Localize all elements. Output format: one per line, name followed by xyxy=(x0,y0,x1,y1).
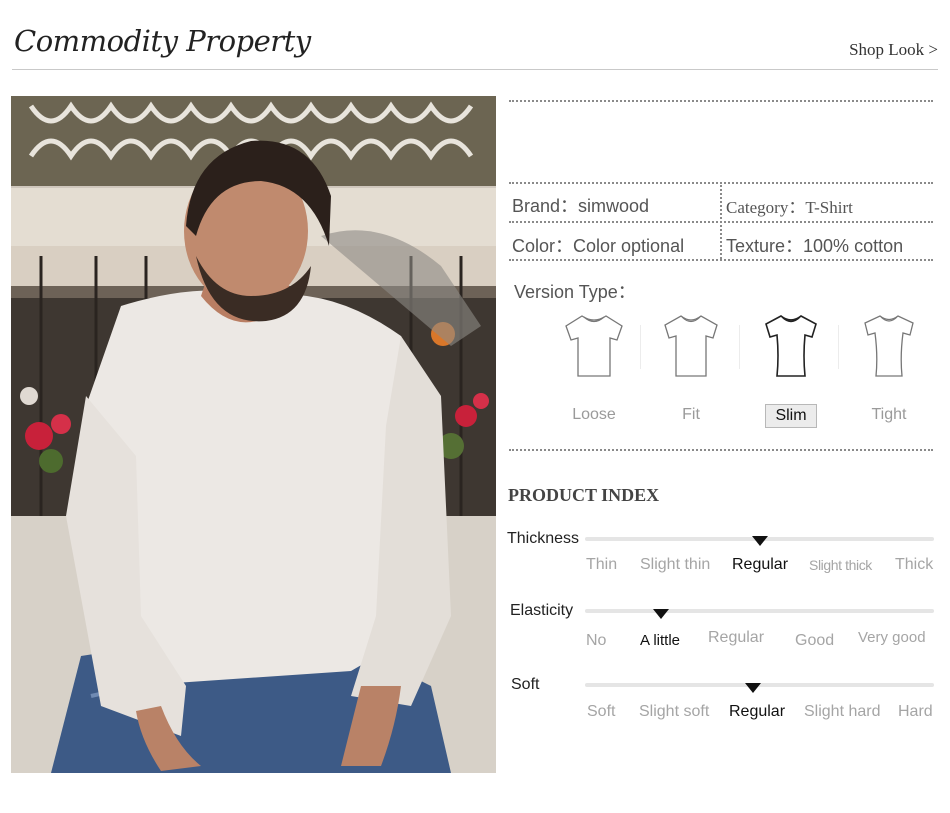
soft-marker-icon xyxy=(745,683,761,693)
thickness-level: Thin xyxy=(586,556,618,573)
soft-level: Hard xyxy=(898,703,933,720)
soft-level: Soft xyxy=(587,703,616,720)
tshirt-tight-icon xyxy=(864,315,914,377)
header-divider xyxy=(12,69,938,70)
version-option-tight: Tight xyxy=(844,312,934,426)
thickness-level: Slight thick xyxy=(809,557,872,573)
version-label-selected: Slim xyxy=(765,404,817,428)
spec-divider xyxy=(509,259,933,261)
page-title: Commodity Property xyxy=(14,24,311,58)
soft-level: Slight soft xyxy=(639,703,710,720)
product-photo xyxy=(11,96,496,773)
version-separator xyxy=(640,325,641,369)
version-option-slim: Slim xyxy=(746,312,836,428)
spec-brand: Brand：simwood xyxy=(512,196,650,216)
version-label: Loose xyxy=(572,406,616,423)
version-option-loose: Loose xyxy=(549,312,639,426)
thickness-level-selected: Regular xyxy=(732,556,789,573)
section-divider xyxy=(509,449,933,451)
soft-level-selected: Regular xyxy=(729,703,786,720)
version-option-fit: Fit xyxy=(646,312,736,426)
thickness-marker-icon xyxy=(752,536,768,546)
thickness-level: Slight thin xyxy=(640,556,711,573)
elasticity-marker-icon xyxy=(653,609,669,619)
spec-category: Category：T-Shirt xyxy=(726,198,853,217)
elasticity-level: No xyxy=(586,632,607,649)
soft-label: Soft xyxy=(511,676,540,693)
version-label: Fit xyxy=(682,406,700,423)
elasticity-label: Elasticity xyxy=(510,602,574,619)
elasticity-level-selected: A little xyxy=(640,632,681,649)
spec-color: Color：Color optional xyxy=(512,236,685,256)
thickness-level: Thick xyxy=(895,556,934,573)
soft-level: Slight hard xyxy=(804,703,881,720)
spec-divider-top xyxy=(509,100,933,102)
version-separator xyxy=(739,325,740,369)
tshirt-loose-icon xyxy=(565,315,623,377)
version-type-title: Version Type： xyxy=(514,282,636,302)
version-label: Tight xyxy=(871,406,907,423)
version-separator xyxy=(838,325,839,369)
tshirt-fit-icon xyxy=(664,315,718,377)
spec-column-divider xyxy=(720,182,722,259)
elasticity-level: Regular xyxy=(708,629,765,646)
elasticity-level: Good xyxy=(795,632,835,649)
spec-texture: Texture：100% cotton xyxy=(726,236,904,256)
elasticity-level: Very good xyxy=(858,629,926,646)
thickness-label: Thickness xyxy=(507,530,580,547)
shop-look-link[interactable]: Shop Look > xyxy=(849,40,938,60)
product-index-title: PRODUCT INDEX xyxy=(508,485,660,505)
tshirt-slim-icon xyxy=(765,315,817,377)
elasticity-track xyxy=(585,609,934,613)
